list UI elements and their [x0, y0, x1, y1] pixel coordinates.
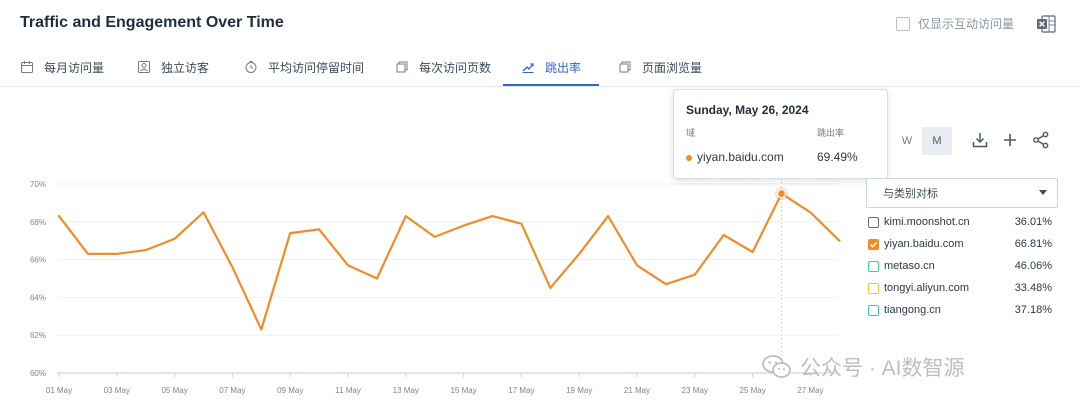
only-interactive-checkbox[interactable] — [895, 16, 910, 31]
share-icon[interactable] — [1032, 131, 1050, 149]
legend-item[interactable]: yiyan.baidu.com 66.81% — [868, 235, 1052, 257]
metric-tabs: 每月访问量 独立访客 平均访问停留时间 每次访问页数 跳出率 页面浏览量 — [0, 50, 1080, 87]
tooltip-domain: yiyan.baidu.com — [686, 150, 784, 164]
legend-item[interactable]: metaso.cn 46.06% — [868, 257, 1052, 279]
tab-label: 每次访问页数 — [419, 60, 492, 75]
page-title: Traffic and Engagement Over Time — [20, 14, 284, 31]
legend-item-name: tiangong.cn — [884, 304, 941, 316]
y-tick-label: 60% — [30, 369, 46, 378]
tab-page-views[interactable]: 页面浏览量 — [618, 50, 718, 84]
only-interactive-label: 仅显示互动访问量 — [917, 17, 1014, 31]
y-axis-ticks: 60% 62% 64% 66% 68% 70% — [30, 180, 46, 378]
checkbox-icon[interactable] — [868, 261, 879, 272]
tooltip-date: Sunday, May 26, 2024 — [686, 103, 809, 117]
chart-gridlines — [57, 183, 838, 374]
legend-item[interactable]: tiangong.cn 37.18% — [868, 301, 1052, 323]
tab-label: 平均访问停留时间 — [268, 60, 365, 75]
y-tick-label: 70% — [30, 180, 46, 189]
chart-series — [57, 192, 841, 331]
period-month-button[interactable]: M — [922, 127, 952, 155]
x-tick-label: 07 May — [219, 386, 245, 395]
user-icon — [138, 61, 150, 73]
bounce-icon — [522, 63, 534, 73]
legend-item-value: 33.48% — [1014, 282, 1052, 294]
legend-item-name: metaso.cn — [884, 260, 935, 272]
tooltip-domain-label: yiyan.baidu.com — [697, 150, 784, 164]
x-axis-ticks: 01 May 03 May 05 May 07 May 09 May 11 May 13 M… — [46, 373, 824, 395]
legend-item-value: 66.81% — [1014, 238, 1052, 250]
download-icon[interactable] — [971, 131, 989, 149]
x-tick-label: 17 May — [508, 386, 534, 395]
tab-avg-visit-duration[interactable]: 平均访问停留时间 — [244, 50, 374, 84]
x-tick-label: 23 May — [682, 386, 708, 395]
views-icon — [619, 61, 631, 73]
clock-icon — [245, 61, 257, 73]
x-tick-label: 21 May — [624, 386, 650, 395]
legend-item-name: tongyi.aliyun.com — [884, 282, 969, 294]
watermark: 公众号 · AI数智源 — [762, 352, 965, 382]
tab-label: 独立访客 — [161, 60, 210, 75]
x-tick-label: 15 May — [450, 386, 476, 395]
y-tick-label: 64% — [30, 293, 46, 302]
y-tick-label: 68% — [30, 218, 46, 227]
chart-legend: kimi.moonshot.cn 36.01% yiyan.baidu.com 66.… — [868, 213, 1052, 323]
x-tick-label: 09 May — [277, 386, 303, 395]
benchmark-select-label: 与类别对标 — [883, 188, 938, 200]
y-tick-label: 66% — [30, 256, 46, 265]
only-interactive-toggle[interactable]: 仅显示互动访问量 — [895, 15, 1014, 32]
checkbox-icon[interactable] — [868, 283, 879, 294]
series-line-yiyan — [57, 192, 841, 331]
highlight-point — [775, 187, 788, 201]
calendar-icon — [21, 61, 33, 73]
tab-monthly-visits[interactable]: 每月访问量 — [20, 50, 120, 84]
legend-item-value: 46.06% — [1014, 260, 1052, 272]
benchmark-select[interactable]: 与类别对标 — [866, 178, 1058, 208]
tooltip-col-domain: 域 — [686, 128, 696, 138]
checkbox-icon[interactable] — [868, 217, 879, 228]
tab-pages-per-visit[interactable]: 每次访问页数 — [395, 50, 495, 84]
tooltip-col-metric: 跳出率 — [817, 128, 845, 138]
period-week-button[interactable]: W — [892, 127, 922, 155]
legend-item-name: kimi.moonshot.cn — [884, 216, 970, 228]
x-tick-label: 27 May — [797, 386, 823, 395]
legend-item-value: 37.18% — [1014, 304, 1052, 316]
checkbox-icon[interactable] — [868, 305, 879, 316]
y-tick-label: 62% — [30, 331, 46, 340]
tab-label: 每月访问量 — [44, 60, 105, 75]
x-tick-label: 19 May — [566, 386, 592, 395]
wechat-icon — [762, 355, 791, 378]
tab-label: 页面浏览量 — [642, 60, 703, 75]
period-selector: W M — [892, 127, 952, 155]
excel-export-icon[interactable] — [1036, 14, 1056, 34]
x-tick-label: 11 May — [335, 386, 361, 395]
legend-item[interactable]: tongyi.aliyun.com 33.48% — [868, 279, 1052, 301]
chart-tooltip: Sunday, May 26, 2024 域 跳出率 yiyan.baidu.c… — [673, 89, 888, 179]
add-icon[interactable] — [1001, 131, 1019, 149]
legend-item[interactable]: kimi.moonshot.cn 36.01% — [868, 213, 1052, 235]
x-tick-label: 05 May — [161, 386, 187, 395]
x-tick-label: 25 May — [739, 386, 765, 395]
pages-icon — [396, 61, 408, 73]
highlight-dot — [776, 188, 787, 199]
legend-item-value: 36.01% — [1014, 216, 1052, 228]
checked-checkbox-icon[interactable] — [868, 239, 879, 250]
tab-unique-visitors[interactable]: 独立访客 — [137, 50, 227, 84]
chevron-down-icon — [1039, 190, 1047, 195]
tab-bounce-rate[interactable]: 跳出率 — [503, 50, 599, 86]
series-dot — [686, 154, 692, 161]
tab-label: 跳出率 — [544, 60, 581, 75]
x-tick-label: 01 May — [46, 386, 72, 395]
watermark-text: 公众号 · AI数智源 — [800, 357, 965, 380]
x-tick-label: 03 May — [104, 386, 130, 395]
tooltip-value: 69.49% — [817, 150, 858, 164]
x-tick-label: 13 May — [393, 386, 419, 395]
legend-item-name: yiyan.baidu.com — [884, 238, 964, 250]
